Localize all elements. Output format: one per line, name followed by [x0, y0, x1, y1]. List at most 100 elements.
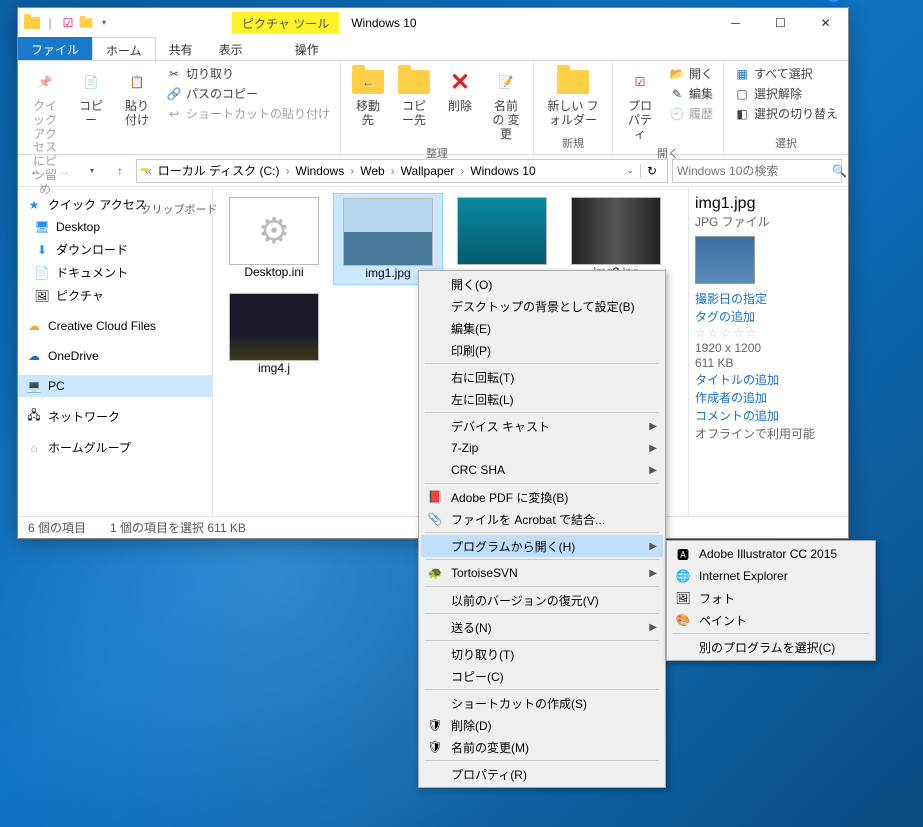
properties-button[interactable]: ☑プロパティ: [619, 64, 661, 143]
openwith-item[interactable]: 🅰Adobe Illustrator CC 2015: [669, 543, 873, 565]
forward-button[interactable]: →: [52, 159, 76, 183]
context-menu-main: 開く(O)デスクトップの背景として設定(B)編集(E)印刷(P) 右に回転(T)左…: [418, 270, 666, 788]
tab-view[interactable]: 表示: [206, 37, 256, 60]
close-button[interactable]: ✕: [803, 8, 848, 37]
context-label: 7-Zip: [451, 441, 478, 455]
paint-icon: 🎨: [675, 612, 691, 628]
shield-icon: 🛡: [427, 717, 443, 733]
file-item-img4[interactable]: img4.j: [219, 289, 329, 379]
breadcrumb[interactable]: Web: [358, 164, 386, 178]
preview-thumbnail: [695, 236, 755, 284]
addr-dropdown-icon[interactable]: ⌄: [622, 165, 638, 176]
invert-button[interactable]: ◧選択の切り替え: [730, 104, 842, 123]
paste-button[interactable]: 📋貼り付け: [116, 64, 158, 199]
newfolder-button[interactable]: 新しい フォルダー: [540, 64, 606, 133]
openwith-item[interactable]: 🖼フォト: [669, 587, 873, 609]
context-item[interactable]: CRC SHA ▶: [421, 459, 663, 481]
copypath-button[interactable]: 🔗パスのコピー: [162, 84, 334, 103]
context-item[interactable]: 切り取り(T): [421, 643, 663, 665]
preview-comment[interactable]: コメントの追加: [695, 407, 842, 424]
context-item[interactable]: 🛡 削除(D): [421, 714, 663, 736]
submenu-arrow-icon: ▶: [649, 465, 657, 476]
copy-button[interactable]: 📄コピー: [70, 64, 112, 199]
context-item[interactable]: 以前のバージョンの復元(V): [421, 589, 663, 611]
image-thumbnail: [571, 197, 661, 265]
breadcrumb[interactable]: Windows 10: [468, 164, 537, 178]
context-label: 送る(N): [451, 619, 492, 636]
context-label: TortoiseSVN: [451, 566, 518, 580]
qat-dropdown-icon[interactable]: ▾: [96, 15, 112, 31]
context-item[interactable]: 📎ファイルを Acrobat で結合...: [421, 508, 663, 530]
context-item[interactable]: デバイス キャスト▶: [421, 415, 663, 437]
context-item[interactable]: プロパティ(R): [421, 763, 663, 785]
moveto-button[interactable]: ←移動先: [347, 64, 389, 143]
preview-date[interactable]: 撮影日の指定: [695, 290, 842, 307]
maximize-button[interactable]: ☐: [758, 8, 803, 37]
tab-home[interactable]: ホーム: [92, 37, 156, 60]
breadcrumb[interactable]: Wallpaper: [399, 164, 457, 178]
properties-icon[interactable]: ☑: [60, 15, 76, 31]
context-label: ショートカットの作成(S): [451, 695, 587, 712]
sidebar-item-pictures[interactable]: 🖼ピクチャ: [18, 284, 212, 307]
openwith-item[interactable]: 🌐Internet Explorer: [669, 565, 873, 587]
edit-button[interactable]: ✎編集: [665, 84, 717, 103]
search-icon[interactable]: 🔍: [832, 164, 847, 178]
context-item[interactable]: コピー(C): [421, 665, 663, 687]
sidebar-item-downloads[interactable]: ⬇ダウンロード: [18, 238, 212, 261]
context-item[interactable]: 送る(N)▶: [421, 616, 663, 638]
file-label: Desktop.ini: [244, 265, 303, 279]
context-item[interactable]: 開く(O): [421, 273, 663, 295]
minimize-button[interactable]: ─: [713, 8, 758, 37]
context-item[interactable]: 🐢 TortoiseSVN ▶: [421, 562, 663, 584]
contextual-tab-label: ピクチャ ツール: [232, 12, 339, 34]
selectnone-button[interactable]: ▢選択解除: [730, 84, 842, 103]
tab-manage[interactable]: 操作: [282, 37, 332, 60]
context-item[interactable]: ショートカットの作成(S): [421, 692, 663, 714]
context-label: 削除(D): [451, 717, 492, 734]
preview-title[interactable]: タイトルの追加: [695, 371, 842, 388]
sidebar-item-documents[interactable]: 📄ドキュメント: [18, 261, 212, 284]
preview-author[interactable]: 作成者の追加: [695, 389, 842, 406]
refresh-icon[interactable]: ↻: [640, 164, 663, 178]
sidebar-item-creativecloud[interactable]: ☁Creative Cloud Files: [18, 315, 212, 337]
openwith-item[interactable]: 別のプログラムを選択(C): [669, 636, 873, 658]
qat-separator: |: [42, 15, 58, 31]
svn-icon: 🐢: [427, 565, 443, 581]
preview-rating[interactable]: ☆☆☆☆☆: [695, 326, 842, 340]
context-item[interactable]: 🛡名前の変更(M): [421, 736, 663, 758]
image-thumbnail: [457, 197, 547, 265]
shield-icon: 🛡: [427, 739, 443, 755]
openwith-item[interactable]: 🎨ペイント: [669, 609, 873, 631]
tab-file[interactable]: ファイル: [18, 37, 92, 60]
submenu-arrow-icon: ▶: [649, 568, 657, 579]
sidebar-item-onedrive[interactable]: ☁OneDrive: [18, 345, 212, 367]
cut-button[interactable]: ✂切り取り: [162, 64, 334, 83]
context-item[interactable]: プログラムから開く(H)▶: [421, 535, 663, 557]
sidebar-item-homegroup[interactable]: ⌂ホームグループ: [18, 436, 212, 459]
new-folder-icon[interactable]: [78, 15, 94, 31]
context-item[interactable]: 印刷(P): [421, 339, 663, 361]
preview-pane: img1.jpg JPG ファイル 撮影日の指定 タグの追加 ☆☆☆☆☆ 192…: [688, 187, 848, 516]
context-item[interactable]: 左に回転(L): [421, 388, 663, 410]
sidebar-item-network[interactable]: 🖧ネットワーク: [18, 405, 212, 428]
preview-tags[interactable]: タグの追加: [695, 308, 842, 325]
open-button[interactable]: 📂開く: [665, 64, 717, 83]
rename-button[interactable]: 📝名前の 変更: [485, 64, 527, 143]
pasteshortcut-button[interactable]: ↩ショートカットの貼り付け: [162, 104, 334, 123]
context-item[interactable]: 📕Adobe PDF に変換(B): [421, 486, 663, 508]
preview-size: 611 KB: [695, 356, 842, 370]
copyto-button[interactable]: コピー先: [393, 64, 435, 143]
delete-button[interactable]: ✕削除: [439, 64, 481, 143]
context-item[interactable]: 編集(E): [421, 317, 663, 339]
context-label: CRC SHA: [451, 463, 505, 477]
context-item[interactable]: デスクトップの背景として設定(B): [421, 295, 663, 317]
context-item[interactable]: 7-Zip▶: [421, 437, 663, 459]
context-item[interactable]: 右に回転(T): [421, 366, 663, 388]
help-icon[interactable]: ?: [826, 0, 842, 2]
image-thumbnail: [229, 293, 319, 361]
selectall-button[interactable]: ▦すべて選択: [730, 64, 842, 83]
search-input[interactable]: [677, 164, 832, 178]
history-button[interactable]: 🕘履歴: [665, 104, 717, 123]
tab-share[interactable]: 共有: [156, 37, 206, 60]
sidebar-item-pc[interactable]: 💻PC: [18, 375, 212, 397]
